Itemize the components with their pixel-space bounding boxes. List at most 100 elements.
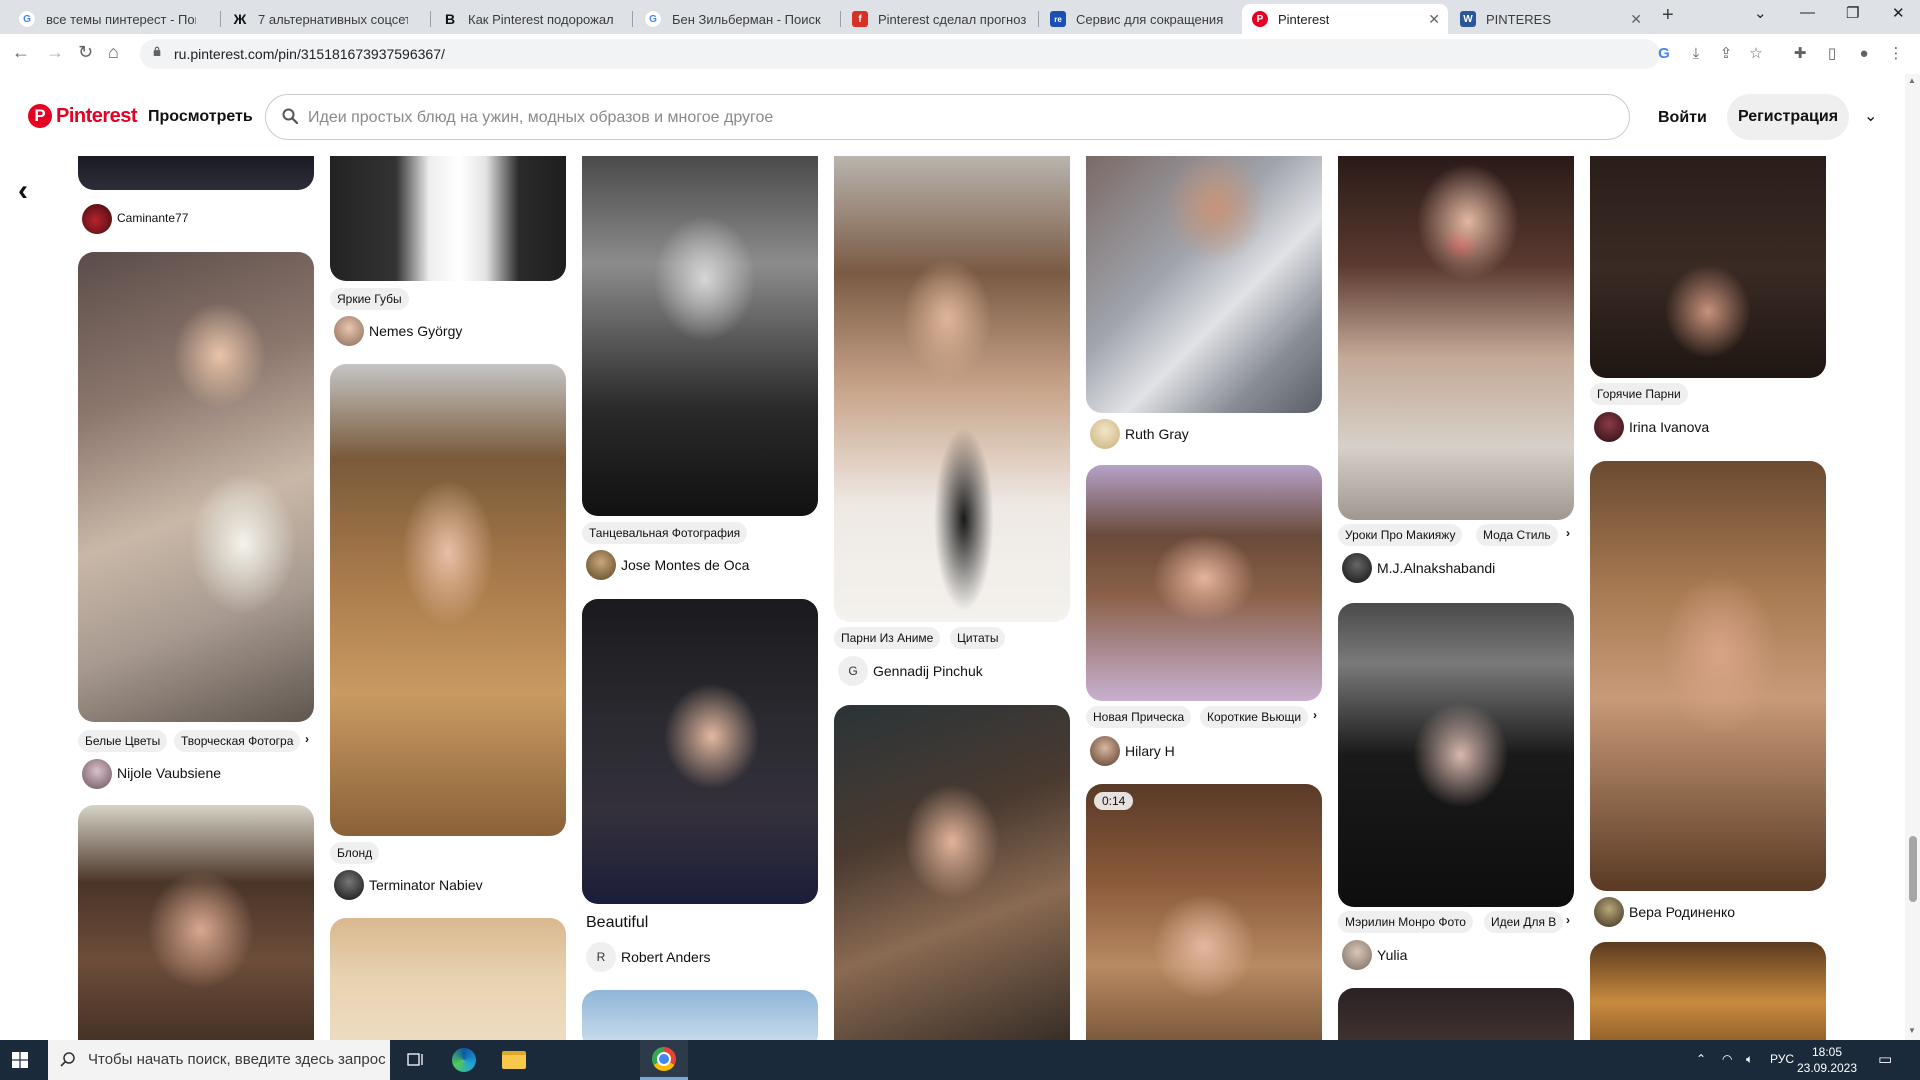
tab-1[interactable]: Ж 7 альтернативных соцсет <box>222 4 430 34</box>
window-close-icon[interactable]: ✕ <box>1892 4 1905 22</box>
chevron-right-icon[interactable]: › <box>1566 526 1570 540</box>
pin-image[interactable] <box>78 805 314 1040</box>
forward-arrow-icon[interactable]: → <box>46 42 64 63</box>
page-scrollbar[interactable]: ▲ ▼ <box>1905 74 1920 1040</box>
avatar[interactable]: G <box>838 656 868 686</box>
pin-image[interactable] <box>1338 603 1574 907</box>
pin-topic-chip[interactable]: Творческая Фотогра <box>174 730 301 752</box>
scrollbar-thumb[interactable] <box>1909 836 1917 902</box>
restore-icon[interactable]: ❐ <box>1846 4 1859 22</box>
pin-topic-chip[interactable]: Новая Прическа <box>1086 706 1192 728</box>
pin-topic-chip[interactable]: Белые Цветы <box>78 730 168 752</box>
input-language-indicator[interactable]: РУС <box>1770 1052 1794 1066</box>
pin-author[interactable]: Nijole Vaubsiene <box>117 765 221 781</box>
chevron-right-icon[interactable]: › <box>305 732 309 746</box>
scroll-up-arrow-icon[interactable]: ▲ <box>1908 76 1916 85</box>
network-wifi-icon[interactable]: ◠ <box>1722 1052 1732 1066</box>
pin-topic-chip[interactable]: Цитаты <box>950 627 1006 649</box>
side-panel-icon[interactable]: ▯ <box>1824 45 1840 62</box>
pin-topic-chip[interactable]: Мэрилин Монро Фото <box>1338 911 1473 933</box>
tab-7[interactable]: W PINTERES ✕ <box>1450 4 1650 34</box>
brand-name[interactable]: Pinterest <box>56 105 138 128</box>
new-tab-button[interactable]: + <box>1662 4 1674 27</box>
search-bar[interactable] <box>265 94 1630 140</box>
pin-image[interactable] <box>582 599 818 904</box>
reload-icon[interactable]: ↻ <box>78 42 93 63</box>
pin-image[interactable] <box>78 156 314 190</box>
close-icon[interactable]: ✕ <box>1428 11 1440 28</box>
close-icon[interactable]: ✕ <box>1630 11 1642 28</box>
avatar[interactable] <box>82 759 112 789</box>
pin-topic-chip[interactable]: Мода Стиль <box>1476 524 1558 546</box>
avatar[interactable] <box>1342 940 1372 970</box>
pin-author[interactable]: Jose Montes de Oca <box>621 557 749 573</box>
browser-menu-icon[interactable]: ⋮ <box>1888 45 1904 62</box>
avatar[interactable] <box>1594 897 1624 927</box>
pinterest-logo-icon[interactable]: P <box>28 104 52 128</box>
pin-image[interactable] <box>78 252 314 722</box>
extensions-puzzle-icon[interactable]: ✚ <box>1792 45 1808 62</box>
tab-3[interactable]: G Бен Зильберман - Поиск <box>634 4 840 34</box>
pin-image[interactable] <box>1590 461 1826 891</box>
install-icon[interactable]: ⤓ <box>1688 45 1704 62</box>
pin-image[interactable] <box>1590 156 1826 378</box>
pin-topic-chip[interactable]: Блонд <box>330 842 380 864</box>
pin-author[interactable]: Hilary H <box>1125 743 1175 759</box>
pin-title[interactable]: Beautiful <box>586 914 648 932</box>
address-bar[interactable]: ru.pinterest.com/pin/315181673937596367/ <box>140 39 1660 69</box>
windows-start-icon[interactable] <box>12 1052 28 1068</box>
avatar[interactable] <box>334 870 364 900</box>
pin-topic-chip[interactable]: Парни Из Аниме <box>834 627 941 649</box>
task-view-icon[interactable] <box>392 1040 440 1080</box>
avatar[interactable] <box>1342 553 1372 583</box>
taskbar-search-box[interactable]: Чтобы начать поиск, введите здесь запрос <box>48 1040 390 1080</box>
pin-topic-chip[interactable]: Уроки Про Макияжу <box>1338 524 1463 546</box>
pin-author[interactable]: Ruth Gray <box>1125 426 1189 442</box>
pin-image[interactable] <box>582 990 818 1040</box>
notifications-icon[interactable]: ▭ <box>1878 1050 1892 1068</box>
pin-image[interactable] <box>1086 465 1322 701</box>
login-link[interactable]: Войти <box>1658 109 1707 127</box>
pin-author[interactable]: Yulia <box>1377 947 1407 963</box>
pin-author[interactable]: Gennadij Pinchuk <box>873 663 983 679</box>
back-arrow-icon[interactable]: ← <box>12 42 30 63</box>
pin-topic-chip[interactable]: Яркие Губы <box>330 288 409 310</box>
pin-image[interactable] <box>582 156 818 516</box>
avatar[interactable]: R <box>586 942 616 972</box>
tab-search-chevron-icon[interactable]: ⌄ <box>1754 4 1767 22</box>
pin-topic-chip[interactable]: Танцевальная Фотография <box>582 522 748 544</box>
home-icon[interactable]: ⌂ <box>108 42 119 63</box>
pin-image[interactable] <box>330 364 566 836</box>
pin-topic-chip[interactable]: Короткие Вьющи <box>1200 706 1309 728</box>
pin-topic-chip[interactable]: Идеи Для В <box>1484 911 1564 933</box>
pin-author[interactable]: Terminator Nabiev <box>369 877 483 893</box>
pin-image[interactable] <box>330 918 566 1040</box>
pin-author[interactable]: Вера Родиненко <box>1629 904 1735 920</box>
pin-image[interactable] <box>1086 156 1322 413</box>
pin-author[interactable]: Nemes György <box>369 323 462 339</box>
tab-pinterest-active[interactable]: P Pinterest ✕ <box>1242 4 1448 34</box>
tab-2[interactable]: B Как Pinterest подорожал <box>432 4 632 34</box>
taskbar-clock[interactable]: 18:05 23.09.2023 <box>1792 1044 1862 1076</box>
avatar[interactable] <box>334 316 364 346</box>
search-input[interactable] <box>306 103 1590 133</box>
bookmark-star-icon[interactable]: ☆ <box>1748 45 1764 62</box>
pin-image[interactable] <box>1338 988 1574 1040</box>
chrome-browser-icon[interactable] <box>640 1040 688 1080</box>
show-hidden-icons-chevron-icon[interactable]: ⌃ <box>1696 1052 1706 1066</box>
pin-image[interactable] <box>1590 942 1826 1040</box>
avatar[interactable] <box>82 204 112 234</box>
tab-0[interactable]: G все темы пинтерест - Пои <box>8 4 220 34</box>
pin-video[interactable]: 0:14 <box>1086 784 1322 1040</box>
profile-avatar-icon[interactable]: ● <box>1856 45 1872 62</box>
tab-5[interactable]: re Сервис для сокращения <box>1040 4 1240 34</box>
avatar[interactable] <box>1594 412 1624 442</box>
pin-author[interactable]: Irina Ivanova <box>1629 419 1709 435</box>
google-lens-icon[interactable]: G <box>1656 45 1672 62</box>
scroll-down-arrow-icon[interactable]: ▼ <box>1908 1026 1916 1035</box>
minimize-icon[interactable]: — <box>1800 4 1815 21</box>
avatar[interactable] <box>1090 419 1120 449</box>
chevron-right-icon[interactable]: › <box>1566 913 1570 927</box>
edge-browser-icon[interactable] <box>440 1040 488 1080</box>
signup-button[interactable]: Регистрация <box>1727 94 1849 140</box>
